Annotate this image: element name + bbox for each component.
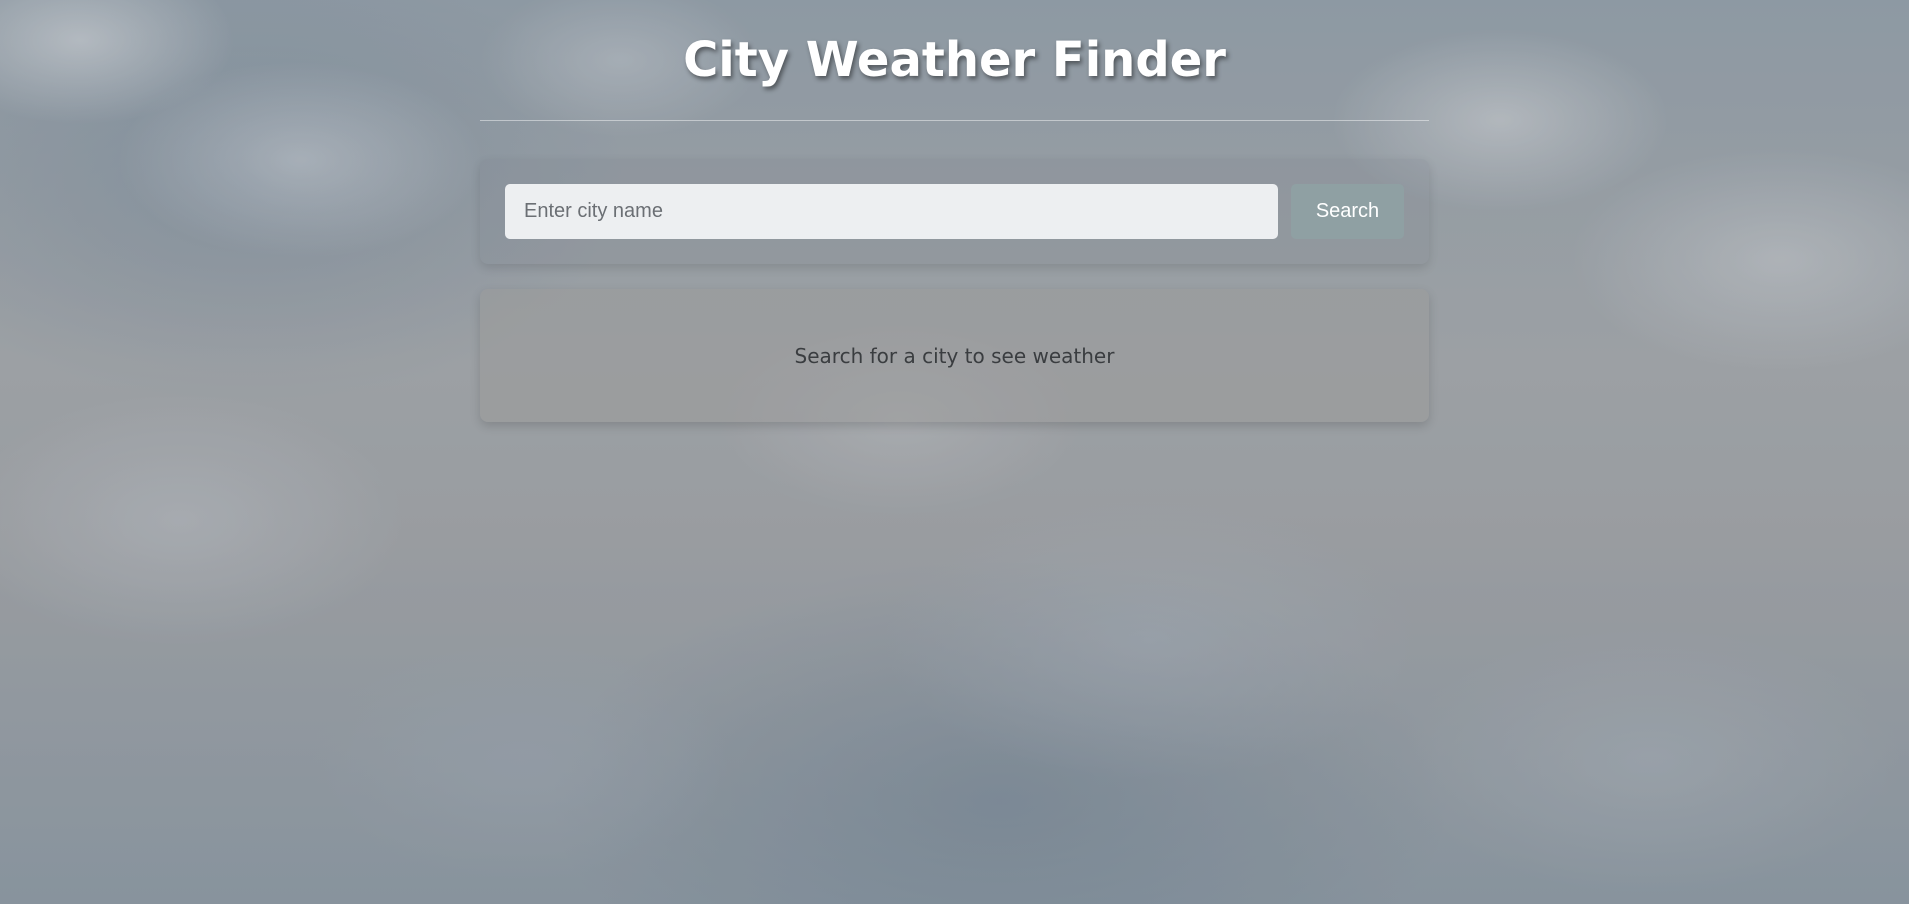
search-button[interactable]: Search [1291,184,1404,239]
weather-result-panel: Search for a city to see weather [480,289,1429,422]
title-divider [480,120,1429,121]
city-search-input[interactable] [505,184,1278,239]
result-placeholder-message: Search for a city to see weather [794,343,1115,368]
app-container: City Weather Finder Search Search for a … [480,0,1429,422]
page-title: City Weather Finder [683,32,1226,88]
search-panel: Search [480,159,1429,264]
